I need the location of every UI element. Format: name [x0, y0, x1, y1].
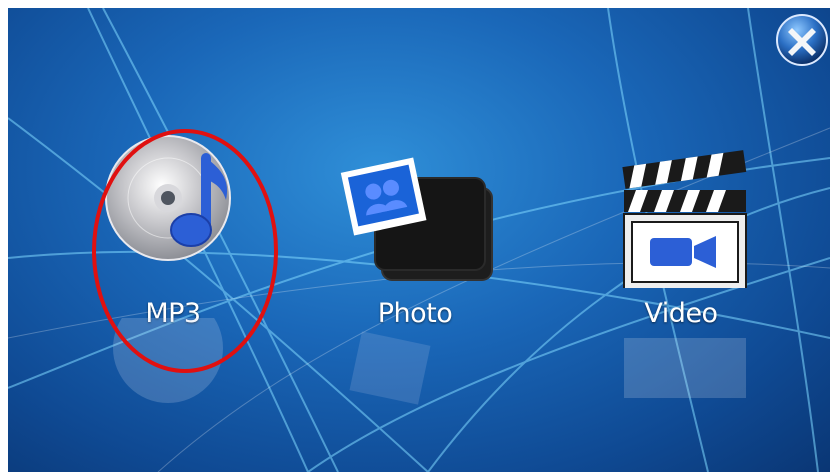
media-menu-screen: MP3 Photo Video [8, 8, 830, 472]
mp3-reflection [113, 318, 223, 403]
music-disc-note-icon [105, 135, 231, 261]
clapperboard-camera-icon [622, 150, 747, 288]
close-x-icon [776, 14, 828, 66]
video-reflection [624, 338, 746, 398]
photo-stack-icon [340, 157, 493, 281]
photo-reflection [349, 331, 431, 405]
close-button[interactable] [774, 12, 830, 68]
app-photo[interactable]: Photo [330, 118, 500, 458]
app-video[interactable]: Video [596, 118, 766, 458]
app-mp3[interactable]: MP3 [88, 118, 258, 458]
